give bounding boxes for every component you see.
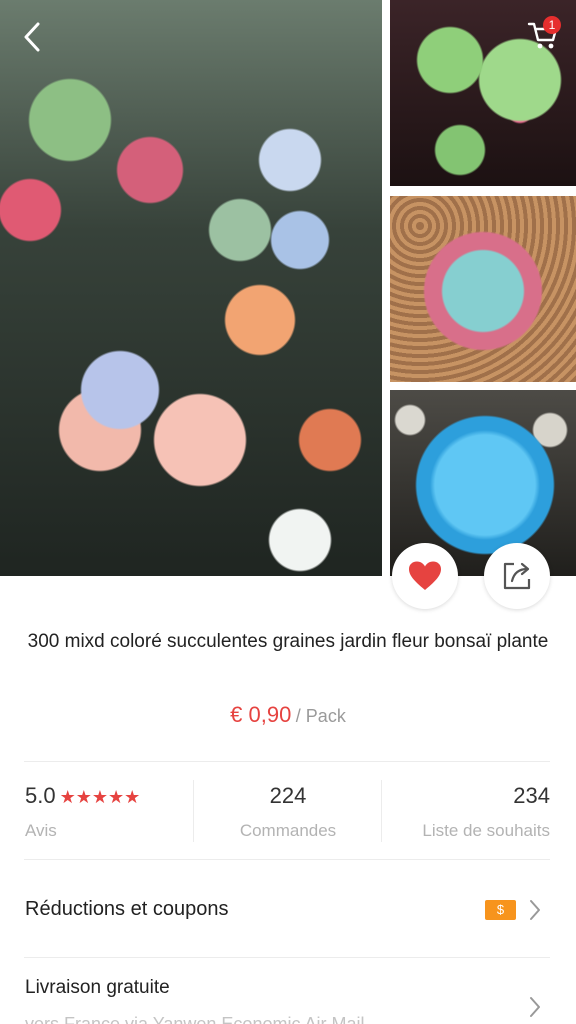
chevron-right-icon (530, 997, 540, 1017)
rating-label: Avis (25, 821, 57, 840)
rating-stars-icon: ★★★★★ (59, 787, 141, 807)
product-gallery[interactable] (0, 0, 576, 576)
wishlist-stat: 234 Liste de souhaits (382, 783, 550, 841)
rating-row: 5.0 ★★★★★ (25, 783, 140, 809)
divider (24, 761, 550, 762)
chevron-left-icon (24, 22, 40, 52)
wishlist-value: 234 (513, 783, 550, 808)
rating-value: 5.0 (25, 783, 56, 808)
price-row: € 0,90 / Pack (0, 702, 576, 728)
coupons-label: Réductions et coupons (25, 898, 229, 920)
wishlist-button[interactable] (392, 543, 458, 609)
wishlist-label: Liste de souhaits (422, 821, 550, 840)
share-button[interactable] (484, 543, 550, 609)
cart-count-badge: 1 (543, 16, 561, 34)
orders-value: 224 (269, 783, 307, 808)
product-image-thumb-2[interactable] (390, 196, 576, 382)
rating-stat[interactable]: 5.0 ★★★★★ Avis (25, 783, 140, 841)
orders-stat: 224 Commandes (194, 783, 382, 841)
orders-label: Commandes (239, 821, 337, 840)
shipping-subtext: vers France via Yanwen Economic Air Mail (25, 1014, 365, 1024)
share-icon (503, 562, 531, 590)
heart-icon (409, 561, 441, 590)
divider (24, 957, 550, 958)
product-title: 300 mixd coloré succulentes graines jard… (27, 631, 549, 652)
product-price: € 0,90 (230, 702, 292, 727)
product-image-main[interactable] (0, 0, 382, 576)
chevron-right-icon (530, 900, 540, 920)
back-button[interactable] (18, 20, 48, 52)
shipping-label: Livraison gratuite (25, 977, 170, 998)
price-unit: / Pack (295, 706, 346, 726)
divider (24, 859, 550, 860)
coupon-badge-icon: $ (485, 900, 516, 920)
